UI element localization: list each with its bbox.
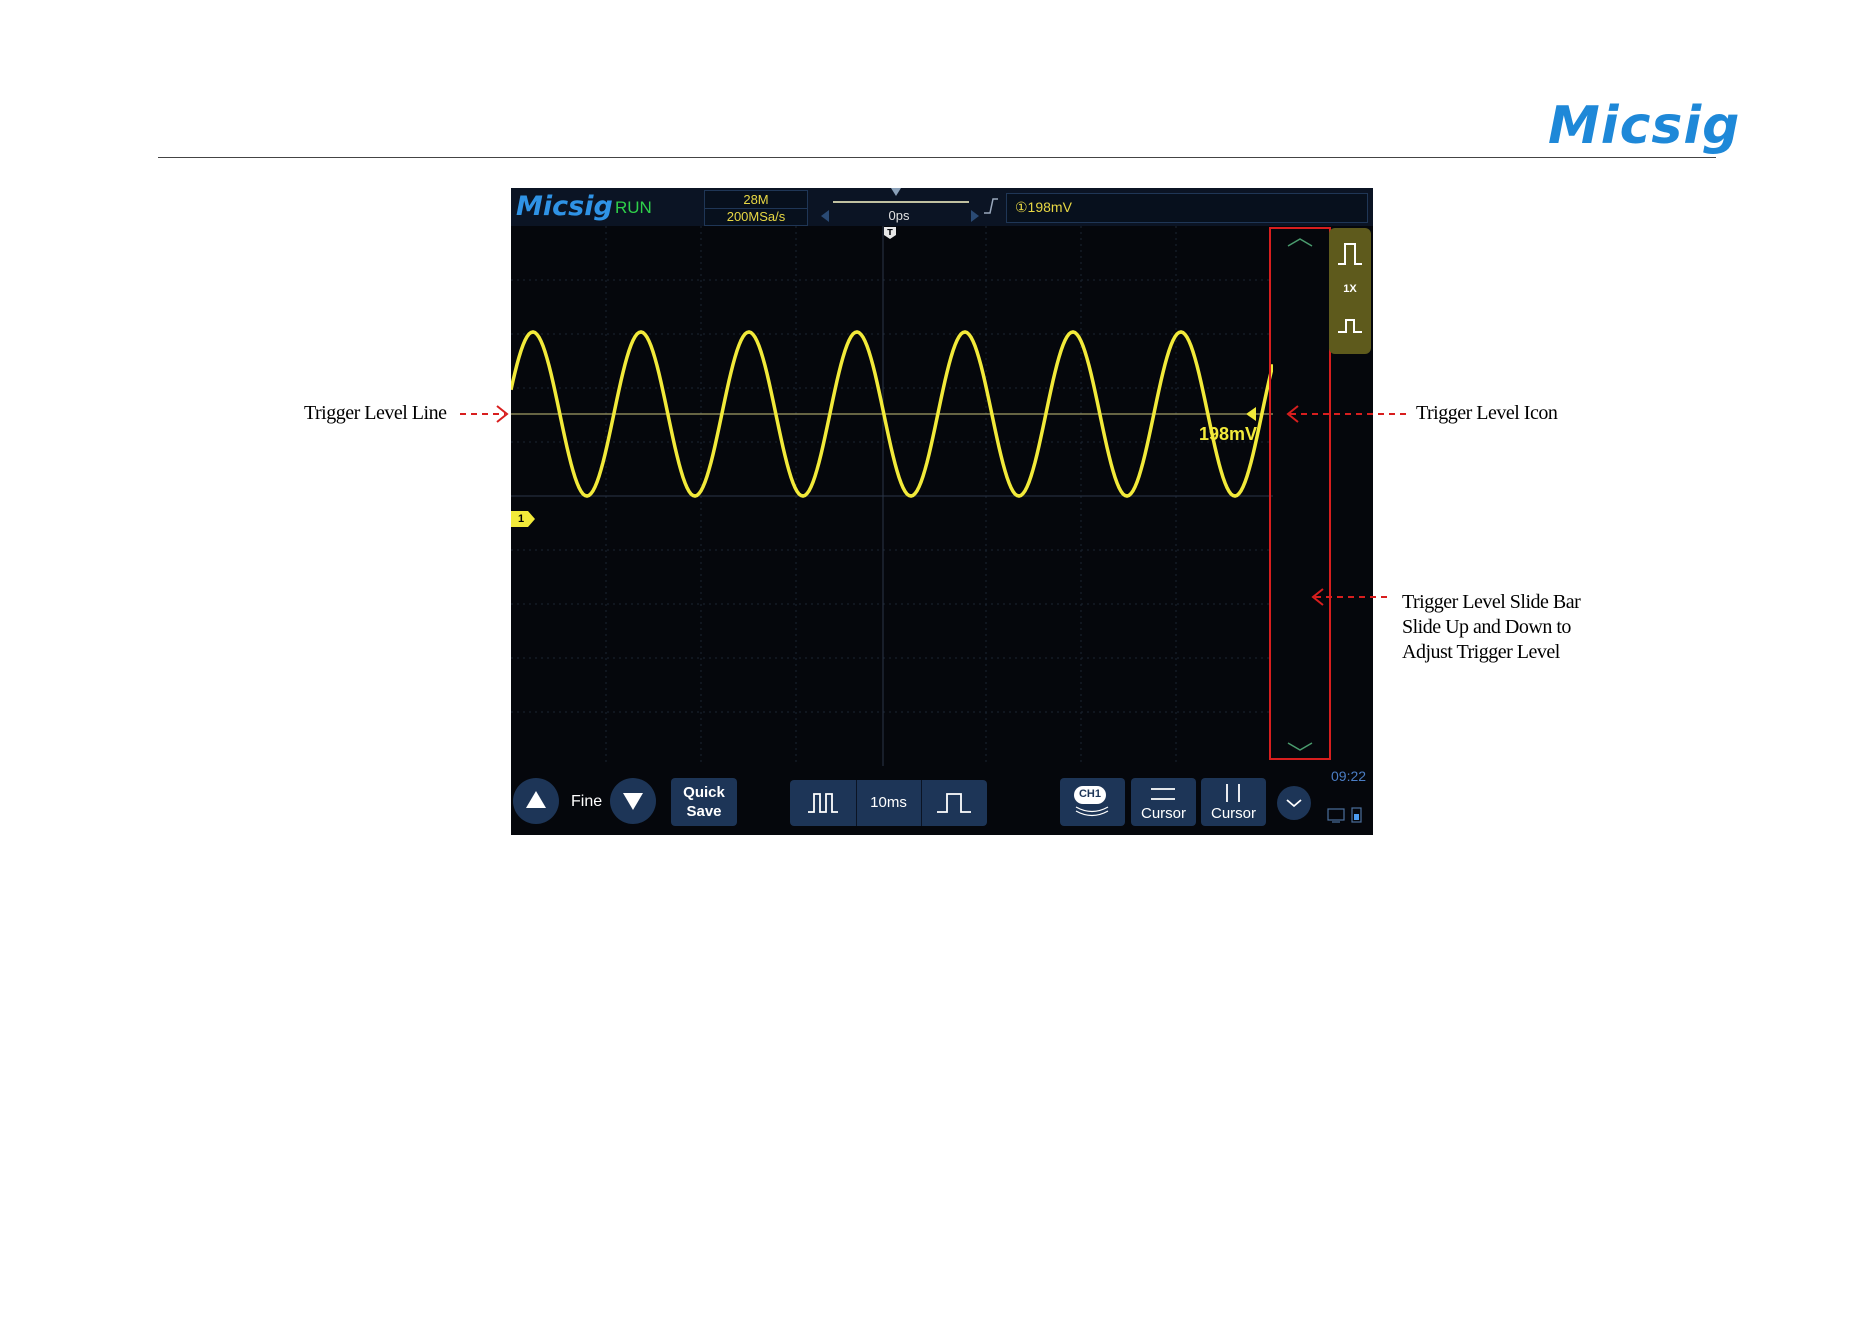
quick-save-label-line1: Quick — [683, 784, 725, 801]
trigger-level-value: 198mV — [1199, 424, 1258, 444]
fine-down-button[interactable] — [610, 778, 656, 824]
vertical-cursor-label: Cursor — [1210, 805, 1256, 822]
trigger-info-text: ①198mV — [1015, 199, 1072, 215]
ch1-marker-label: 1 — [518, 513, 525, 525]
horizontal-cursor-label: Cursor — [1140, 805, 1186, 822]
chevron-down-icon — [1286, 799, 1302, 808]
timebase-scale[interactable]: 10ms — [856, 794, 921, 811]
bottom-toolbar: Fine Quick Save 10ms CH1 Cursor Cursor — [511, 766, 1373, 835]
trigger-line-arrow-head — [496, 405, 509, 423]
arrow-down-icon — [623, 793, 643, 810]
arrow-up-icon — [526, 791, 546, 808]
trigger-level-slide-bar[interactable] — [1269, 227, 1331, 760]
trigger-position-marker-label: T — [887, 228, 893, 237]
trigger-level-icon-callout: Trigger Level Icon — [1416, 402, 1558, 424]
vertical-cursor-button[interactable]: Cursor — [1201, 778, 1266, 826]
waveform-display[interactable] — [511, 226, 1273, 766]
sample-rate: 200MSa/s — [726, 209, 786, 224]
zoom-factor: 1X — [1343, 283, 1357, 295]
pulse-narrow-icon[interactable] — [1329, 302, 1371, 350]
ch1-label: CH1 — [1078, 788, 1101, 800]
scroll-right-icon[interactable] — [971, 210, 979, 222]
fine-up-button[interactable] — [513, 778, 559, 824]
run-status[interactable]: RUN — [615, 198, 652, 218]
slide-bar-callout-line3: Adjust Trigger Level — [1402, 641, 1560, 663]
timebase-decrease-button[interactable] — [790, 780, 856, 826]
trigger-level-line-callout: Trigger Level Line — [304, 402, 447, 424]
memory-depth: 28M — [743, 192, 769, 207]
ch1-button[interactable]: CH1 — [1060, 778, 1125, 826]
trigger-rising-edge-icon[interactable] — [981, 196, 1001, 216]
fine-label[interactable]: Fine — [571, 793, 602, 811]
pulse-wide-icon[interactable] — [1329, 230, 1371, 278]
device-status-icons — [1327, 807, 1362, 823]
slide-bar-callout-line1: Trigger Level Slide Bar — [1402, 591, 1581, 613]
trigger-level-slide-bar-callout: Trigger Level Slide Bar Slide Up and Dow… — [1402, 590, 1662, 665]
quick-save-label-line2: Save — [686, 803, 722, 820]
timebase-increase-button[interactable] — [921, 780, 987, 826]
trigger-info[interactable]: ①198mV — [1006, 193, 1368, 223]
slide-bar-callout-line2: Slide Up and Down to — [1402, 616, 1571, 638]
slide-up-icon — [1287, 238, 1313, 247]
timebase-position-value: 0ps — [888, 208, 910, 223]
horizontal-zoom-panel: 1X — [1329, 228, 1371, 354]
oscilloscope-screen: Micsig RUN 28M 200MSa/s 0ps ①198mV T 1 1… — [511, 188, 1373, 835]
brand-logo: Micsig — [1548, 96, 1741, 156]
memory-position-caret — [891, 188, 901, 196]
trigger-position-marker[interactable]: T — [883, 226, 897, 240]
scope-logo: Micsig — [516, 191, 613, 222]
horizontal-cursor-icon — [1151, 788, 1175, 800]
timebase-position-control[interactable]: 0ps — [819, 188, 979, 224]
horizontal-cursor-button[interactable]: Cursor — [1131, 778, 1196, 826]
ch1-badge: CH1 — [1074, 786, 1106, 804]
top-status-bar: Micsig RUN 28M 200MSa/s 0ps ①198mV — [511, 188, 1373, 226]
grid-center-axes — [511, 226, 1273, 766]
timebase-control: 10ms — [790, 780, 987, 826]
more-menu-button[interactable] — [1277, 786, 1311, 820]
header-divider — [158, 157, 1716, 158]
quick-save-button[interactable]: Quick Save — [671, 778, 737, 826]
slide-down-icon — [1287, 742, 1313, 751]
vertical-cursor-icon — [1226, 784, 1240, 802]
ch1-waves-icon — [1075, 806, 1109, 817]
trigger-level-icon[interactable] — [1246, 407, 1256, 421]
waveform-memory-track — [833, 201, 969, 203]
acquisition-info[interactable]: 28M 200MSa/s — [704, 190, 808, 226]
